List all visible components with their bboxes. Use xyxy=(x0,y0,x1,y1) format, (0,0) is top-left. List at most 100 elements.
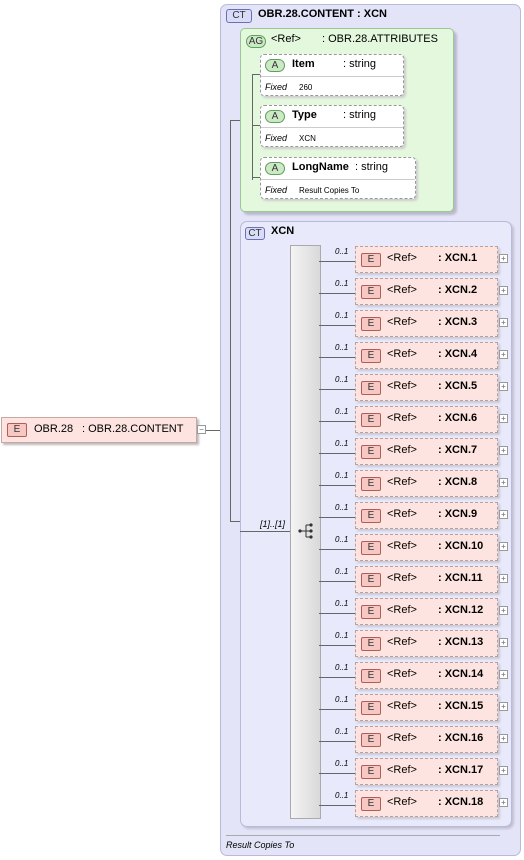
footer-divider xyxy=(226,835,500,836)
element-badge: E xyxy=(361,253,381,267)
element-ref: <Ref> xyxy=(387,636,417,648)
attribute-longname[interactable]: A LongName : string Fixed Result Copies … xyxy=(260,157,416,199)
element-cardinality: 0..1 xyxy=(335,375,349,384)
element-type: : XCN.16 xyxy=(438,732,484,744)
xcn-element-10[interactable]: E <Ref>: XCN.10 xyxy=(355,534,498,561)
element-cardinality: 0..1 xyxy=(335,471,349,480)
attr-connector-1 xyxy=(252,74,260,75)
element-badge: E xyxy=(361,349,381,363)
attribute-type: : string xyxy=(355,161,389,173)
element-badge: E xyxy=(361,701,381,715)
xcn-element-7[interactable]: E <Ref>: XCN.7 xyxy=(355,438,498,465)
element-cardinality: 0..1 xyxy=(335,567,349,576)
expand-icon[interactable]: + xyxy=(499,350,508,359)
element-ref: <Ref> xyxy=(387,540,417,552)
element-badge: E xyxy=(361,541,381,555)
element-connector xyxy=(319,357,355,358)
root-element[interactable]: E OBR.28 : OBR.28.CONTENT xyxy=(1,417,197,443)
element-type: : XCN.8 xyxy=(438,476,478,488)
expand-icon[interactable]: + xyxy=(499,670,508,679)
expand-icon[interactable]: + xyxy=(499,510,508,519)
xcn-ct-badge: CT xyxy=(245,227,265,240)
element-badge: E xyxy=(361,605,381,619)
xcn-element-18[interactable]: E <Ref>: XCN.18 xyxy=(355,790,498,817)
element-cardinality: 0..1 xyxy=(335,599,349,608)
expand-icon[interactable]: + xyxy=(499,702,508,711)
expand-icon[interactable]: + xyxy=(499,318,508,327)
expand-icon[interactable]: + xyxy=(499,446,508,455)
element-ref: <Ref> xyxy=(387,572,417,584)
element-badge: E xyxy=(361,413,381,427)
element-cardinality: 0..1 xyxy=(335,631,349,640)
attribute-item[interactable]: A Item : string Fixed 260 xyxy=(260,54,404,96)
root-collapse-icon[interactable]: − xyxy=(197,425,206,434)
content-type-footer: Result Copies To xyxy=(226,840,295,850)
xcn-element-3[interactable]: E <Ref>: XCN.3 xyxy=(355,310,498,337)
expand-icon[interactable]: + xyxy=(499,414,508,423)
element-badge: E xyxy=(361,669,381,683)
element-ref: <Ref> xyxy=(387,476,417,488)
attribute-divider xyxy=(261,127,403,128)
element-type: : XCN.17 xyxy=(438,764,484,776)
attribute-group-ref: <Ref> xyxy=(271,33,301,45)
element-connector xyxy=(319,325,355,326)
xcn-element-13[interactable]: E <Ref>: XCN.13 xyxy=(355,630,498,657)
xcn-element-16[interactable]: E <Ref>: XCN.16 xyxy=(355,726,498,753)
expand-icon[interactable]: + xyxy=(499,606,508,615)
element-cardinality: 0..1 xyxy=(335,535,349,544)
element-type: : XCN.6 xyxy=(438,412,478,424)
fixed-label: Fixed xyxy=(265,82,288,92)
element-type: : XCN.2 xyxy=(438,284,478,296)
element-badge: E xyxy=(361,509,381,523)
element-type: : XCN.9 xyxy=(438,508,478,520)
xcn-element-2[interactable]: E <Ref>: XCN.2 xyxy=(355,278,498,305)
element-ref: <Ref> xyxy=(387,284,417,296)
element-ref: <Ref> xyxy=(387,764,417,776)
xcn-element-1[interactable]: E <Ref>: XCN.1 xyxy=(355,246,498,273)
xcn-element-17[interactable]: E <Ref>: XCN.17 xyxy=(355,758,498,785)
xcn-element-14[interactable]: E <Ref>: XCN.14 xyxy=(355,662,498,689)
xcn-element-15[interactable]: E <Ref> : XCN.15 xyxy=(355,694,498,721)
expand-icon[interactable]: + xyxy=(499,478,508,487)
element-connector xyxy=(319,613,355,614)
element-badge: E xyxy=(361,797,381,811)
xcn-element-5[interactable]: E <Ref>: XCN.5 xyxy=(355,374,498,401)
fixed-value: XCN xyxy=(299,134,316,143)
root-element-type: : OBR.28.CONTENT xyxy=(82,423,184,435)
ag-badge: AG xyxy=(246,35,266,48)
element-ref: <Ref> xyxy=(387,700,417,712)
expand-icon[interactable]: + xyxy=(499,286,508,295)
element-connector xyxy=(319,581,355,582)
expand-icon[interactable]: + xyxy=(499,766,508,775)
element-connector xyxy=(319,805,355,806)
xcn-element-6[interactable]: E <Ref> : XCN.6 xyxy=(355,406,498,433)
expand-icon[interactable]: + xyxy=(499,382,508,391)
xcn-element-12[interactable]: E <Ref>: XCN.12 xyxy=(355,598,498,625)
expand-icon[interactable]: + xyxy=(499,734,508,743)
element-type: : XCN.15 xyxy=(438,700,484,712)
expand-icon[interactable]: + xyxy=(499,798,508,807)
element-type: : XCN.5 xyxy=(438,380,478,392)
xcn-element-9[interactable]: E <Ref> : XCN.9 xyxy=(355,502,498,529)
fixed-value: 260 xyxy=(299,83,313,92)
attribute-name: Item xyxy=(292,58,315,70)
xcn-element-4[interactable]: E <Ref>: XCN.4 xyxy=(355,342,498,369)
element-connector xyxy=(319,453,355,454)
element-cardinality: 0..1 xyxy=(335,343,349,352)
element-badge: E xyxy=(361,317,381,331)
expand-icon[interactable]: + xyxy=(499,254,508,263)
xcn-element-11[interactable]: E <Ref>: XCN.11 xyxy=(355,566,498,593)
root-element-name: OBR.28 xyxy=(34,423,74,435)
attribute-type-attr[interactable]: A Type : string Fixed XCN xyxy=(260,105,404,147)
element-badge: E xyxy=(361,573,381,587)
element-cardinality: 0..1 xyxy=(335,663,349,672)
element-ref: <Ref> xyxy=(387,412,417,424)
xcn-element-8[interactable]: E <Ref>: XCN.8 xyxy=(355,470,498,497)
element-cardinality: 0..1 xyxy=(335,247,349,256)
expand-icon[interactable]: + xyxy=(499,574,508,583)
expand-icon[interactable]: + xyxy=(499,638,508,647)
expand-icon[interactable]: + xyxy=(499,542,508,551)
element-ref: <Ref> xyxy=(387,508,417,520)
element-cardinality: 0..1 xyxy=(335,407,349,416)
attribute-type: : string xyxy=(343,58,377,70)
